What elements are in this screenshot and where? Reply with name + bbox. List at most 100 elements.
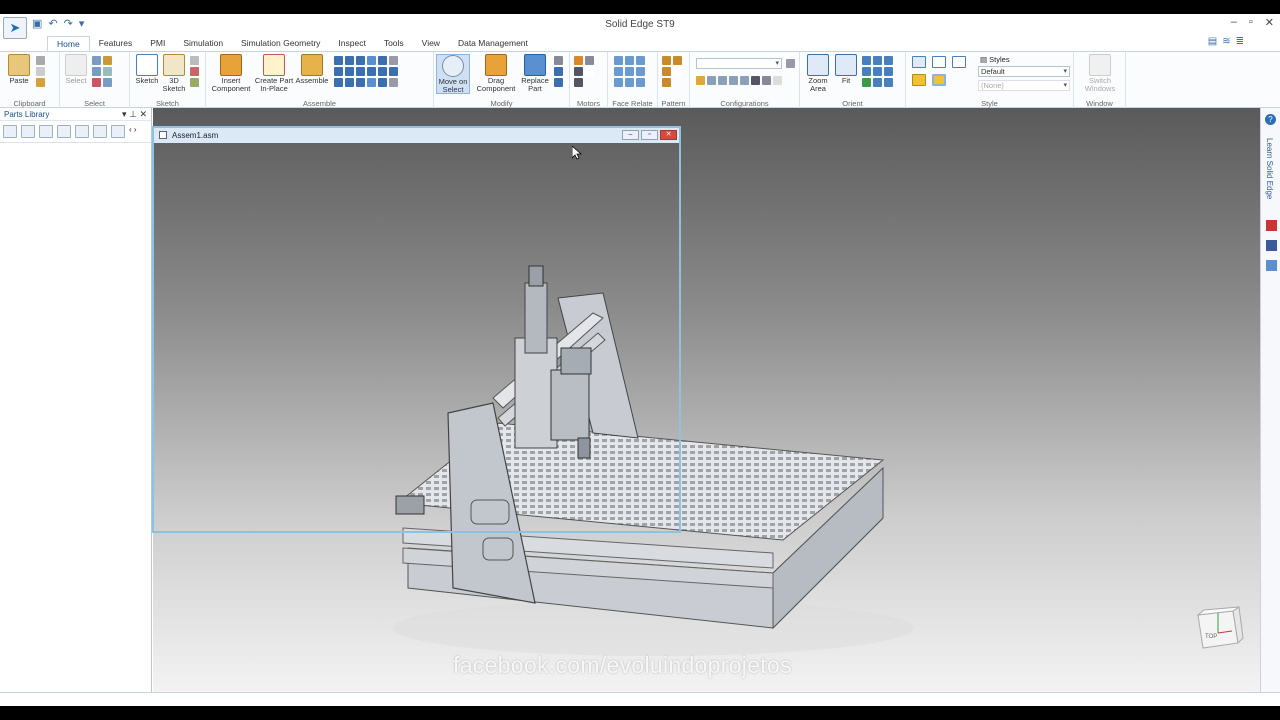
sketch-tool-icon[interactable] bbox=[190, 67, 199, 76]
relationship-icon[interactable] bbox=[356, 67, 365, 76]
motor-icon[interactable] bbox=[585, 56, 594, 65]
library-tool-icon[interactable] bbox=[57, 125, 71, 138]
edges-view-icon[interactable] bbox=[952, 56, 966, 68]
select-tool-icon[interactable] bbox=[103, 67, 112, 76]
motor-icon[interactable] bbox=[574, 56, 583, 65]
relationship-icon[interactable] bbox=[378, 78, 387, 87]
format-icon[interactable] bbox=[36, 78, 45, 87]
filter-icon[interactable] bbox=[92, 56, 101, 65]
refresh-icon[interactable] bbox=[862, 78, 871, 87]
subwindow-titlebar[interactable]: Assem1.asm – ▫ ✕ bbox=[154, 128, 679, 143]
sketch-button[interactable]: Sketch bbox=[134, 54, 160, 85]
view-cube[interactable]: TOP bbox=[1196, 606, 1244, 649]
relationship-icon[interactable] bbox=[367, 78, 376, 87]
cut-icon[interactable] bbox=[36, 56, 45, 65]
relationship-icon[interactable] bbox=[389, 78, 398, 87]
tab-pmi[interactable]: PMI bbox=[141, 36, 174, 51]
help-icon[interactable]: ? bbox=[1265, 114, 1276, 125]
3d-sketch-button[interactable]: 3D Sketch bbox=[162, 54, 186, 93]
relationship-icon[interactable] bbox=[389, 67, 398, 76]
move-on-select-button[interactable]: Move on Select bbox=[436, 54, 470, 94]
relationship-icon[interactable] bbox=[389, 56, 398, 65]
library-tool-icon[interactable] bbox=[111, 125, 125, 138]
style-default-combo[interactable]: Default bbox=[978, 66, 1070, 77]
tab-view[interactable]: View bbox=[413, 36, 449, 51]
select-tool-icon[interactable] bbox=[92, 67, 101, 76]
help-icon[interactable] bbox=[75, 125, 89, 138]
panel-menu-icon[interactable]: ▾ bbox=[122, 109, 127, 119]
select-button[interactable]: Select bbox=[64, 54, 88, 85]
library-tool-icon[interactable] bbox=[93, 125, 107, 138]
face-relate-icon[interactable] bbox=[614, 67, 623, 76]
close-button[interactable]: ✕ bbox=[1265, 16, 1274, 29]
relationship-icon[interactable] bbox=[378, 67, 387, 76]
shaded-part-icon[interactable] bbox=[912, 74, 926, 86]
face-relate-icon[interactable] bbox=[625, 67, 634, 76]
minimize-button[interactable]: – bbox=[1231, 16, 1237, 29]
view-icon[interactable] bbox=[873, 78, 882, 87]
relationship-icon[interactable] bbox=[334, 67, 343, 76]
subwindow-close-button[interactable]: ✕ bbox=[660, 130, 677, 140]
library-tool-icon[interactable] bbox=[3, 125, 17, 138]
view-icon[interactable] bbox=[884, 67, 893, 76]
relationship-icon[interactable] bbox=[345, 56, 354, 65]
subwindow-maximize-button[interactable]: ▫ bbox=[641, 130, 658, 140]
tab-data-management[interactable]: Data Management bbox=[449, 36, 537, 51]
face-relate-icon[interactable] bbox=[636, 56, 645, 65]
configuration-icon[interactable] bbox=[718, 76, 727, 85]
relationship-icon[interactable] bbox=[356, 56, 365, 65]
switch-windows-button[interactable]: Switch Windows bbox=[1078, 54, 1122, 93]
zoom-area-button[interactable]: Zoom Area bbox=[804, 54, 832, 93]
tab-home[interactable]: Home bbox=[47, 36, 90, 51]
configuration-icon[interactable] bbox=[696, 76, 705, 85]
view-icon[interactable] bbox=[884, 78, 893, 87]
pin-icon[interactable]: ⊥ bbox=[129, 109, 137, 119]
configuration-icon[interactable] bbox=[707, 76, 716, 85]
face-relate-icon[interactable] bbox=[625, 56, 634, 65]
relationship-icon[interactable] bbox=[334, 56, 343, 65]
view-icon[interactable] bbox=[873, 67, 882, 76]
view-icon[interactable] bbox=[862, 67, 871, 76]
relationship-icon[interactable] bbox=[367, 67, 376, 76]
configuration-icon[interactable] bbox=[740, 76, 749, 85]
pattern-icon[interactable] bbox=[673, 56, 682, 65]
paste-button[interactable]: Paste bbox=[6, 54, 32, 85]
drag-component-button[interactable]: Drag Component bbox=[474, 54, 518, 93]
tab-tools[interactable]: Tools bbox=[375, 36, 413, 51]
configuration-icon[interactable] bbox=[762, 76, 771, 85]
fit-button[interactable]: Fit bbox=[834, 54, 858, 85]
pattern-icon[interactable] bbox=[662, 78, 671, 87]
sketch-tool-icon[interactable] bbox=[190, 78, 199, 87]
panel-close-icon[interactable]: ✕ bbox=[139, 109, 147, 119]
relationship-icon[interactable] bbox=[356, 78, 365, 87]
configuration-icon[interactable] bbox=[773, 76, 782, 85]
motor-icon[interactable] bbox=[574, 78, 583, 87]
relationship-icon[interactable] bbox=[345, 78, 354, 87]
facebook-icon[interactable] bbox=[1266, 240, 1277, 251]
insert-component-button[interactable]: Insert Component bbox=[210, 54, 252, 93]
library-tool-icon[interactable] bbox=[21, 125, 35, 138]
configuration-icon[interactable] bbox=[751, 76, 760, 85]
modify-tool-icon[interactable] bbox=[554, 67, 563, 76]
layout-icon[interactable]: ≋ bbox=[1222, 36, 1230, 47]
tab-features[interactable]: Features bbox=[90, 36, 142, 51]
chevron-icon[interactable]: ‹ › bbox=[129, 125, 143, 138]
learn-solid-edge-tab[interactable]: Learn Solid Edge bbox=[1265, 138, 1274, 199]
face-relate-icon[interactable] bbox=[614, 78, 623, 87]
relationship-icon[interactable] bbox=[345, 67, 354, 76]
pattern-icon[interactable] bbox=[662, 67, 671, 76]
pattern-icon[interactable] bbox=[662, 56, 671, 65]
shaded-view-icon[interactable] bbox=[912, 56, 926, 68]
configuration-combo[interactable] bbox=[696, 58, 782, 69]
configuration-icon[interactable] bbox=[729, 76, 738, 85]
style-none-combo[interactable]: (None) bbox=[978, 80, 1070, 91]
select-tool-icon[interactable] bbox=[92, 78, 101, 87]
relationship-icon[interactable] bbox=[378, 56, 387, 65]
options-icon[interactable]: ≣ bbox=[1236, 36, 1244, 47]
face-relate-icon[interactable] bbox=[625, 78, 634, 87]
pan-icon[interactable] bbox=[873, 56, 882, 65]
face-relate-icon[interactable] bbox=[614, 56, 623, 65]
wireframe-view-icon[interactable] bbox=[932, 56, 946, 68]
rotate-icon[interactable] bbox=[884, 56, 893, 65]
tab-simulation-geometry[interactable]: Simulation Geometry bbox=[232, 36, 329, 51]
